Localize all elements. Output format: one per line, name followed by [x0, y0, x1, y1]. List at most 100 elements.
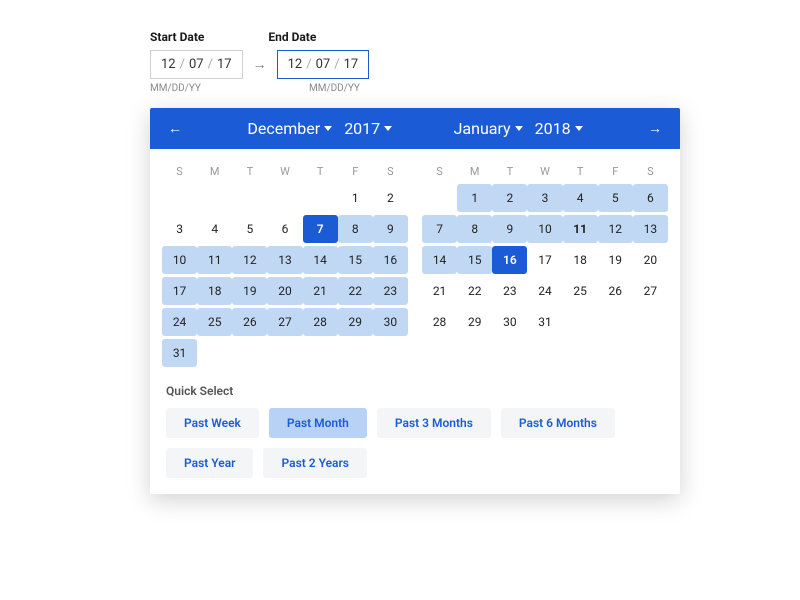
quick-select-button[interactable]: Past Month: [269, 408, 367, 438]
quick-select-button[interactable]: Past Year: [166, 448, 253, 478]
start-dd[interactable]: 07: [189, 57, 204, 72]
quick-select-button[interactable]: Past 3 Months: [377, 408, 491, 438]
day-of-week-label: F: [338, 165, 373, 178]
day-cell[interactable]: 17: [162, 277, 197, 305]
day-cell[interactable]: 25: [563, 277, 598, 305]
day-cell[interactable]: 9: [492, 215, 527, 243]
day-of-week-label: S: [633, 165, 668, 178]
next-month-button[interactable]: →: [644, 118, 666, 139]
day-cell[interactable]: 2: [373, 184, 408, 212]
day-cell[interactable]: 22: [457, 277, 492, 305]
day-cell[interactable]: 27: [633, 277, 668, 305]
day-cell[interactable]: 26: [232, 308, 267, 336]
day-cell[interactable]: 18: [197, 277, 232, 305]
day-cell[interactable]: 23: [373, 277, 408, 305]
quick-select-section: Quick Select Past WeekPast MonthPast 3 M…: [150, 376, 680, 494]
day-cell[interactable]: 6: [267, 215, 302, 243]
day-cell[interactable]: 21: [422, 277, 457, 305]
day-cell[interactable]: 14: [422, 246, 457, 274]
day-cell[interactable]: 28: [422, 308, 457, 336]
day-cell[interactable]: 19: [598, 246, 633, 274]
day-cell[interactable]: 8: [338, 215, 373, 243]
day-of-week-label: S: [373, 165, 408, 178]
day-cell[interactable]: 30: [373, 308, 408, 336]
date-range-popover: ← December 2017 January 2018 → SMTWTFS 1…: [150, 108, 680, 494]
day-cell[interactable]: 20: [267, 277, 302, 305]
quick-select-button[interactable]: Past 6 Months: [501, 408, 615, 438]
quick-select-button[interactable]: Past Week: [166, 408, 259, 438]
day-cell[interactable]: 8: [457, 215, 492, 243]
day-cell[interactable]: 5: [598, 184, 633, 212]
day-cell[interactable]: 12: [598, 215, 633, 243]
day-cell[interactable]: 10: [162, 246, 197, 274]
start-mm[interactable]: 12: [161, 57, 176, 72]
start-date-input[interactable]: 12 / 07 / 17: [150, 50, 243, 79]
end-yy[interactable]: 17: [344, 57, 359, 72]
end-date-input[interactable]: 12 / 07 / 17: [277, 50, 370, 79]
day-cell[interactable]: 19: [232, 277, 267, 305]
left-month-dropdown[interactable]: December: [247, 119, 332, 138]
day-cell[interactable]: 29: [338, 308, 373, 336]
day-of-week-label: S: [162, 165, 197, 178]
day-cell[interactable]: 7: [422, 215, 457, 243]
start-format-hint: MM/DD/YY: [150, 83, 245, 94]
day-cell[interactable]: 1: [338, 184, 373, 212]
day-cell[interactable]: 2: [492, 184, 527, 212]
day-cell[interactable]: 1: [457, 184, 492, 212]
day-cell[interactable]: 31: [162, 339, 197, 367]
start-yy[interactable]: 17: [217, 57, 232, 72]
day-cell[interactable]: 27: [267, 308, 302, 336]
day-cell[interactable]: 18: [563, 246, 598, 274]
day-cell[interactable]: 13: [267, 246, 302, 274]
right-month-dropdown[interactable]: January: [454, 119, 523, 138]
day-cell[interactable]: 9: [373, 215, 408, 243]
left-year-dropdown[interactable]: 2017: [344, 119, 392, 138]
day-cell[interactable]: 15: [457, 246, 492, 274]
end-dd[interactable]: 07: [316, 57, 331, 72]
day-cell[interactable]: 4: [563, 184, 598, 212]
day-cell[interactable]: 11: [197, 246, 232, 274]
day-of-week-label: T: [492, 165, 527, 178]
day-cell[interactable]: 24: [527, 277, 562, 305]
day-cell[interactable]: 24: [162, 308, 197, 336]
caret-down-icon: [575, 126, 583, 131]
day-cell[interactable]: 16: [373, 246, 408, 274]
right-calendar: SMTWTFS 12345678910111213141516171819202…: [422, 159, 668, 370]
day-cell[interactable]: 31: [527, 308, 562, 336]
day-cell[interactable]: 14: [303, 246, 338, 274]
day-of-week-label: M: [197, 165, 232, 178]
day-cell[interactable]: 12: [232, 246, 267, 274]
prev-month-button[interactable]: ←: [164, 118, 186, 139]
day-of-week-label: T: [232, 165, 267, 178]
quick-select-button[interactable]: Past 2 Years: [263, 448, 367, 478]
day-cell[interactable]: 20: [633, 246, 668, 274]
day-cell[interactable]: 6: [633, 184, 668, 212]
day-cell[interactable]: 11: [563, 215, 598, 243]
day-cell[interactable]: 5: [232, 215, 267, 243]
day-cell[interactable]: 4: [197, 215, 232, 243]
day-cell[interactable]: 26: [598, 277, 633, 305]
day-cell[interactable]: 10: [527, 215, 562, 243]
day-cell[interactable]: 28: [303, 308, 338, 336]
day-of-week-label: W: [527, 165, 562, 178]
day-cell[interactable]: 22: [338, 277, 373, 305]
end-date-label: End Date: [268, 30, 316, 44]
day-cell[interactable]: 21: [303, 277, 338, 305]
day-cell[interactable]: 3: [162, 215, 197, 243]
day-cell[interactable]: 30: [492, 308, 527, 336]
day-cell[interactable]: 15: [338, 246, 373, 274]
day-cell[interactable]: 25: [197, 308, 232, 336]
day-cell[interactable]: 16: [492, 246, 527, 274]
right-year-dropdown[interactable]: 2018: [535, 119, 583, 138]
caret-down-icon: [515, 126, 523, 131]
day-of-week-label: W: [267, 165, 302, 178]
day-cell[interactable]: 29: [457, 308, 492, 336]
end-mm[interactable]: 12: [288, 57, 303, 72]
day-of-week-label: T: [563, 165, 598, 178]
day-cell[interactable]: 13: [633, 215, 668, 243]
day-cell[interactable]: 7: [303, 215, 338, 243]
day-cell[interactable]: 3: [527, 184, 562, 212]
day-cell[interactable]: 23: [492, 277, 527, 305]
day-cell[interactable]: 17: [527, 246, 562, 274]
caret-down-icon: [384, 126, 392, 131]
